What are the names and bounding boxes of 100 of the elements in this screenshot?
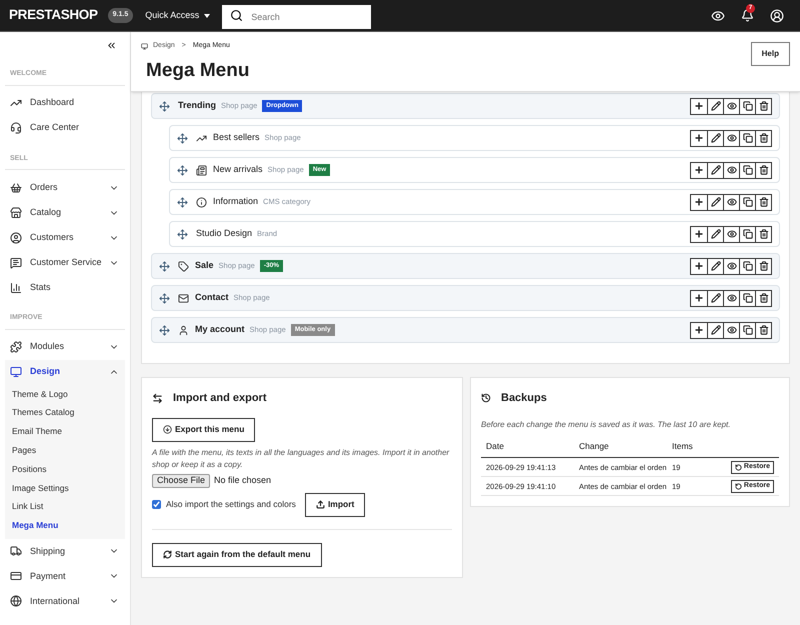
- view-button[interactable]: [723, 194, 739, 210]
- quick-access-menu[interactable]: Quick Access: [145, 8, 210, 22]
- delete-button[interactable]: [755, 322, 771, 338]
- restore-icon: [734, 464, 742, 471]
- duplicate-button[interactable]: [739, 322, 755, 338]
- search-field[interactable]: Search: [222, 4, 372, 28]
- menu-item-label: Studio Design: [196, 227, 252, 240]
- pencil-icon: [710, 101, 720, 111]
- sidebar-subitem[interactable]: Email Theme: [5, 422, 125, 441]
- delete-button[interactable]: [755, 162, 771, 178]
- duplicate-button[interactable]: [739, 290, 755, 306]
- logo[interactable]: PRESTASHOP: [9, 5, 98, 26]
- delete-button[interactable]: [755, 258, 771, 274]
- collapse-sidebar-icon[interactable]: [106, 40, 117, 50]
- sidebar-item[interactable]: Design: [5, 360, 125, 384]
- view-button[interactable]: [723, 98, 739, 114]
- export-button[interactable]: Export this menu: [152, 418, 256, 442]
- add-button[interactable]: [691, 98, 707, 114]
- delete-button[interactable]: [755, 290, 771, 306]
- reset-button[interactable]: Start again from the default menu: [152, 542, 322, 566]
- menu-item-label: New arrivals: [213, 163, 263, 176]
- trash-icon: [758, 261, 768, 271]
- drag-handle-icon[interactable]: [177, 132, 188, 144]
- sidebar-subitem[interactable]: Positions: [5, 460, 125, 478]
- sidebar-subitem[interactable]: Themes Catalog: [5, 403, 125, 422]
- edit-button[interactable]: [707, 98, 723, 114]
- checkbox[interactable]: [152, 500, 161, 509]
- sidebar-item[interactable]: Payment: [5, 564, 125, 589]
- sidebar-subitem[interactable]: Pages: [5, 440, 125, 460]
- edit-button[interactable]: [707, 290, 723, 306]
- duplicate-button[interactable]: [739, 130, 755, 146]
- drag-handle-icon[interactable]: [177, 228, 188, 240]
- delete-button[interactable]: [755, 130, 771, 146]
- menu-item-label: Information: [213, 195, 258, 208]
- edit-button[interactable]: [707, 258, 723, 274]
- sidebar-item[interactable]: Customers: [5, 225, 125, 250]
- sidebar-subitem[interactable]: Link List: [5, 497, 125, 516]
- column-header: Items: [672, 440, 694, 452]
- sidebar-subitem[interactable]: Theme & Logo: [5, 384, 125, 404]
- view-button[interactable]: [723, 130, 739, 146]
- sidebar-subitem[interactable]: Mega Menu: [5, 516, 125, 535]
- swap-icon: [152, 392, 163, 404]
- sidebar-item[interactable]: Care Center: [5, 116, 125, 140]
- view-button[interactable]: [723, 258, 739, 274]
- view-button[interactable]: [723, 322, 739, 338]
- pencil-icon: [710, 293, 720, 303]
- view-button[interactable]: [723, 290, 739, 306]
- copy-icon: [742, 101, 752, 111]
- duplicate-button[interactable]: [739, 226, 755, 242]
- drag-handle-icon[interactable]: [159, 324, 170, 336]
- pencil-icon: [710, 261, 720, 271]
- help-button[interactable]: Help: [750, 42, 790, 66]
- sidebar-item[interactable]: Dashboard: [5, 90, 125, 116]
- view-button[interactable]: [723, 226, 739, 242]
- account-icon[interactable]: [770, 8, 784, 22]
- add-button[interactable]: [691, 290, 707, 306]
- pencil-icon: [710, 197, 720, 207]
- eye-icon: [726, 261, 736, 271]
- duplicate-button[interactable]: [739, 194, 755, 210]
- duplicate-button[interactable]: [739, 162, 755, 178]
- sidebar-subitem[interactable]: Image Settings: [5, 478, 125, 498]
- pencil-icon: [710, 325, 720, 335]
- edit-button[interactable]: [707, 194, 723, 210]
- chart-icon: [10, 282, 22, 294]
- add-button[interactable]: [691, 322, 707, 338]
- import-button[interactable]: Import: [304, 492, 366, 516]
- delete-button[interactable]: [755, 98, 771, 114]
- eye-icon: [726, 197, 736, 207]
- drag-handle-icon[interactable]: [177, 196, 188, 208]
- choose-file-button[interactable]: Choose File: [152, 474, 210, 488]
- edit-button[interactable]: [707, 162, 723, 178]
- edit-button[interactable]: [707, 226, 723, 242]
- eye-icon[interactable]: [711, 8, 725, 22]
- eye-icon: [726, 293, 736, 303]
- drag-handle-icon[interactable]: [159, 100, 170, 112]
- view-button[interactable]: [723, 162, 739, 178]
- delete-button[interactable]: [755, 226, 771, 242]
- sidebar-item[interactable]: Shipping: [5, 538, 125, 564]
- description: A file with the menu, its texts in all the languages and its images. Import it in another shop or keep it as a copy.: [152, 446, 450, 471]
- sidebar-item[interactable]: International: [5, 588, 125, 614]
- sidebar-item[interactable]: Customer Service: [5, 250, 125, 275]
- basket-icon: [10, 182, 22, 194]
- sidebar-item[interactable]: Stats: [5, 275, 125, 300]
- sidebar-item[interactable]: Orders: [5, 175, 125, 200]
- add-button[interactable]: [691, 258, 707, 274]
- duplicate-button[interactable]: [739, 258, 755, 274]
- sidebar-item[interactable]: Catalog: [5, 200, 125, 225]
- notifications-icon[interactable]: [741, 9, 754, 22]
- drag-handle-icon[interactable]: [159, 292, 170, 304]
- globe-icon: [10, 595, 22, 608]
- delete-button[interactable]: [755, 194, 771, 210]
- edit-button[interactable]: [707, 130, 723, 146]
- copy-icon: [742, 293, 752, 303]
- duplicate-button[interactable]: [739, 98, 755, 114]
- drag-handle-icon[interactable]: [177, 164, 188, 176]
- sidebar-item[interactable]: Modules: [5, 334, 125, 360]
- search-icon: [230, 8, 244, 22]
- card-title: Backups: [501, 391, 547, 406]
- drag-handle-icon[interactable]: [159, 260, 170, 272]
- edit-button[interactable]: [707, 322, 723, 338]
